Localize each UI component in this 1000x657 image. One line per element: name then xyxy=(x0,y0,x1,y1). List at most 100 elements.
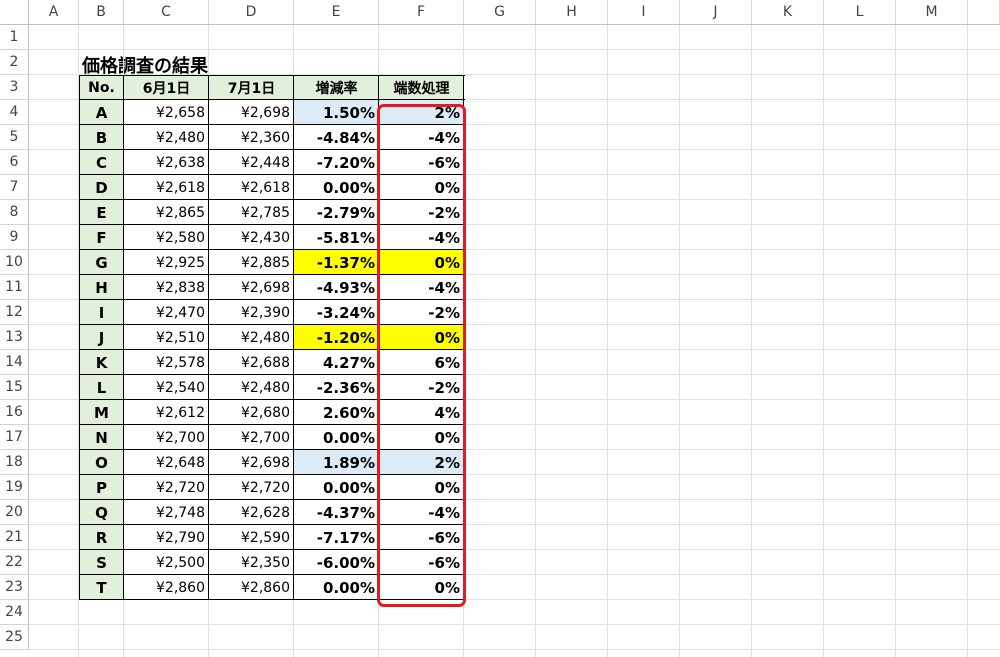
cell-june1-price[interactable]: ¥2,838 xyxy=(124,275,209,300)
cell-change-rate[interactable]: 0.00% xyxy=(294,575,379,600)
cell-july1-price[interactable]: ¥2,720 xyxy=(209,475,294,500)
cell-june1-price[interactable]: ¥2,925 xyxy=(124,250,209,275)
cell-no[interactable]: O xyxy=(79,450,124,475)
cell-july1-price[interactable]: ¥2,698 xyxy=(209,450,294,475)
cell-change-rate[interactable]: 0.00% xyxy=(294,175,379,200)
row-header-7[interactable]: 7 xyxy=(0,175,29,200)
cell-change-rate[interactable]: 1.50% xyxy=(294,100,379,125)
cell-july1-price[interactable]: ¥2,448 xyxy=(209,150,294,175)
column-header-f[interactable]: F xyxy=(379,0,464,25)
cell-july1-price[interactable]: ¥2,350 xyxy=(209,550,294,575)
cell-change-rate[interactable]: -5.81% xyxy=(294,225,379,250)
row-header-6[interactable]: 6 xyxy=(0,150,29,175)
cell-june1-price[interactable]: ¥2,658 xyxy=(124,100,209,125)
cell-change-rate[interactable]: -1.20% xyxy=(294,325,379,350)
row-header-9[interactable]: 9 xyxy=(0,225,29,250)
cell-july1-price[interactable]: ¥2,785 xyxy=(209,200,294,225)
cell-no[interactable]: G xyxy=(79,250,124,275)
cell-june1-price[interactable]: ¥2,790 xyxy=(124,525,209,550)
cell-no[interactable]: R xyxy=(79,525,124,550)
row-header-22[interactable]: 22 xyxy=(0,550,29,575)
cell-june1-price[interactable]: ¥2,860 xyxy=(124,575,209,600)
cell-july1-price[interactable]: ¥2,688 xyxy=(209,350,294,375)
row-header-2[interactable]: 2 xyxy=(0,50,29,75)
cell-july1-price[interactable]: ¥2,885 xyxy=(209,250,294,275)
cell-july1-price[interactable]: ¥2,698 xyxy=(209,100,294,125)
cell-june1-price[interactable]: ¥2,865 xyxy=(124,200,209,225)
cell-no[interactable]: P xyxy=(79,475,124,500)
row-header-16[interactable]: 16 xyxy=(0,400,29,425)
cell-july1-price[interactable]: ¥2,590 xyxy=(209,525,294,550)
row-header-14[interactable]: 14 xyxy=(0,350,29,375)
cell-no[interactable]: K xyxy=(79,350,124,375)
column-header-g[interactable]: G xyxy=(464,0,536,25)
column-header-k[interactable]: K xyxy=(752,0,824,25)
cell-change-rate[interactable]: -7.20% xyxy=(294,150,379,175)
cell-june1-price[interactable]: ¥2,540 xyxy=(124,375,209,400)
cell-june1-price[interactable]: ¥2,470 xyxy=(124,300,209,325)
column-header-m[interactable]: M xyxy=(896,0,968,25)
table-header-rounded[interactable]: 端数処理 xyxy=(379,75,464,100)
column-header-a[interactable]: A xyxy=(29,0,79,25)
cell-no[interactable]: D xyxy=(79,175,124,200)
cell-july1-price[interactable]: ¥2,700 xyxy=(209,425,294,450)
cell-june1-price[interactable]: ¥2,618 xyxy=(124,175,209,200)
row-header-25[interactable]: 25 xyxy=(0,625,29,650)
row-header-20[interactable]: 20 xyxy=(0,500,29,525)
cell-june1-price[interactable]: ¥2,720 xyxy=(124,475,209,500)
column-header-j[interactable]: J xyxy=(680,0,752,25)
row-header-15[interactable]: 15 xyxy=(0,375,29,400)
row-header-24[interactable]: 24 xyxy=(0,600,29,625)
row-header-23[interactable]: 23 xyxy=(0,575,29,600)
cell-july1-price[interactable]: ¥2,360 xyxy=(209,125,294,150)
row-header-5[interactable]: 5 xyxy=(0,125,29,150)
cell-change-rate[interactable]: -3.24% xyxy=(294,300,379,325)
cell-no[interactable]: S xyxy=(79,550,124,575)
cell-june1-price[interactable]: ¥2,612 xyxy=(124,400,209,425)
cell-june1-price[interactable]: ¥2,700 xyxy=(124,425,209,450)
cell-change-rate[interactable]: -2.36% xyxy=(294,375,379,400)
cell-june1-price[interactable]: ¥2,578 xyxy=(124,350,209,375)
cell-no[interactable]: A xyxy=(79,100,124,125)
cell-june1-price[interactable]: ¥2,748 xyxy=(124,500,209,525)
cell-july1-price[interactable]: ¥2,628 xyxy=(209,500,294,525)
cell-no[interactable]: B xyxy=(79,125,124,150)
select-all-corner[interactable] xyxy=(0,0,29,25)
row-header-19[interactable]: 19 xyxy=(0,475,29,500)
cell-change-rate[interactable]: 0.00% xyxy=(294,475,379,500)
cell-change-rate[interactable]: 2.60% xyxy=(294,400,379,425)
cell-june1-price[interactable]: ¥2,580 xyxy=(124,225,209,250)
column-header-i[interactable]: I xyxy=(608,0,680,25)
column-header-c[interactable]: C xyxy=(124,0,209,25)
cell-no[interactable]: M xyxy=(79,400,124,425)
row-header-12[interactable]: 12 xyxy=(0,300,29,325)
cell-july1-price[interactable]: ¥2,390 xyxy=(209,300,294,325)
row-header-17[interactable]: 17 xyxy=(0,425,29,450)
table-header-change-rate[interactable]: 増減率 xyxy=(294,75,379,100)
cell-july1-price[interactable]: ¥2,698 xyxy=(209,275,294,300)
cell-no[interactable]: T xyxy=(79,575,124,600)
cell-change-rate[interactable]: -7.17% xyxy=(294,525,379,550)
cell-change-rate[interactable]: -4.84% xyxy=(294,125,379,150)
cell-no[interactable]: N xyxy=(79,425,124,450)
row-header-13[interactable]: 13 xyxy=(0,325,29,350)
column-header-e[interactable]: E xyxy=(294,0,379,25)
cell-no[interactable]: Q xyxy=(79,500,124,525)
cell-july1-price[interactable]: ¥2,430 xyxy=(209,225,294,250)
column-header-l[interactable]: L xyxy=(824,0,896,25)
table-header-no[interactable]: No. xyxy=(79,75,124,100)
cell-july1-price[interactable]: ¥2,618 xyxy=(209,175,294,200)
cell-june1-price[interactable]: ¥2,500 xyxy=(124,550,209,575)
cell-june1-price[interactable]: ¥2,510 xyxy=(124,325,209,350)
cell-july1-price[interactable]: ¥2,480 xyxy=(209,375,294,400)
row-header-4[interactable]: 4 xyxy=(0,100,29,125)
row-header-1[interactable]: 1 xyxy=(0,25,29,50)
cell-change-rate[interactable]: -6.00% xyxy=(294,550,379,575)
row-header-21[interactable]: 21 xyxy=(0,525,29,550)
cell-change-rate[interactable]: -2.79% xyxy=(294,200,379,225)
cell-no[interactable]: L xyxy=(79,375,124,400)
cell-change-rate[interactable]: -4.93% xyxy=(294,275,379,300)
cell-no[interactable]: E xyxy=(79,200,124,225)
column-header-b[interactable]: B xyxy=(79,0,124,25)
cell-no[interactable]: J xyxy=(79,325,124,350)
